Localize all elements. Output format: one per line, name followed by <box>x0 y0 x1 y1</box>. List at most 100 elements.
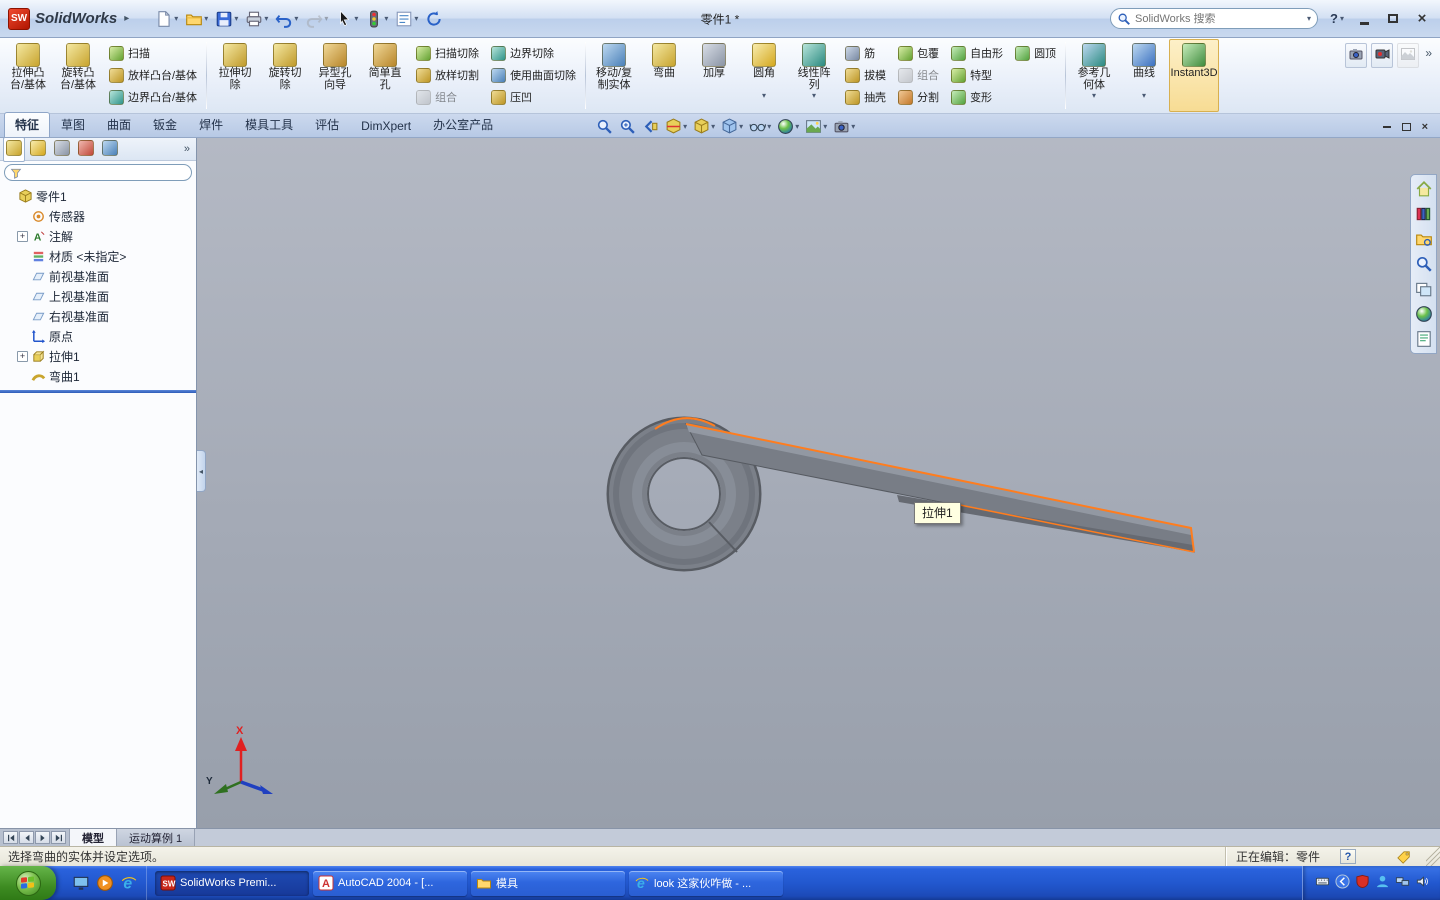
tree-item-7[interactable]: + 拉伸1 <box>0 346 196 366</box>
antivirus-icon[interactable] <box>1355 874 1370 892</box>
ribbon-overflow-chevron[interactable]: » <box>1423 43 1434 63</box>
swept-cut-button[interactable]: 扫描切除 <box>410 42 485 64</box>
redo-button[interactable]: ▾ <box>303 8 330 30</box>
open-button[interactable]: ▾ <box>183 8 210 30</box>
model-tabs-prev-button[interactable] <box>19 831 34 844</box>
tree-item-2[interactable]: 材质 <未指定> <box>0 246 196 266</box>
appearances-tab[interactable] <box>1413 303 1435 325</box>
instant3d-button[interactable]: Instant3D <box>1169 39 1220 112</box>
extruded-boss-button[interactable]: 拉伸凸 台/基体 <box>3 39 53 112</box>
capture-options-button[interactable] <box>1397 43 1420 68</box>
tree-item-0[interactable]: 传感器 <box>0 206 196 226</box>
rib-button[interactable]: 筋 <box>839 42 892 64</box>
view-settings-button[interactable]: ▾ <box>831 117 857 136</box>
doc-close-button[interactable]: × <box>1422 122 1428 133</box>
taskbar-window-1[interactable]: A AutoCAD 2004 - [... <box>313 870 467 896</box>
panel-splitter[interactable] <box>0 390 196 393</box>
search-tab[interactable] <box>1413 253 1435 275</box>
model-tab-0[interactable]: 模型 <box>70 829 117 846</box>
messenger-icon[interactable] <box>1375 874 1390 892</box>
new-document-button-arrow[interactable]: ▾ <box>174 14 178 23</box>
tree-item-5[interactable]: 右视基准面 <box>0 306 196 326</box>
hide-show-items-button[interactable]: ▾ <box>747 117 773 136</box>
taskbar-window-2[interactable]: 模具 <box>471 870 625 896</box>
command-tab-7[interactable]: DimXpert <box>350 115 422 137</box>
tree-item-1[interactable]: + A 注解 <box>0 226 196 246</box>
help-button[interactable]: ? ▾ <box>1330 11 1344 26</box>
wrap-button[interactable]: 包覆 <box>892 42 945 64</box>
displaymanager-tab[interactable] <box>99 138 121 162</box>
fillet-button-arrow[interactable]: ▾ <box>762 92 766 100</box>
media-player-button[interactable] <box>95 873 115 893</box>
command-tab-3[interactable]: 钣金 <box>142 112 188 137</box>
select-button[interactable]: ▾ <box>333 8 360 30</box>
zoom-to-fit-button[interactable] <box>594 117 615 136</box>
deform-button[interactable]: 变形 <box>945 86 1009 108</box>
options-button-arrow[interactable]: ▾ <box>414 14 418 23</box>
hidden-icons-chevron[interactable] <box>1335 874 1350 892</box>
save-button[interactable]: ▾ <box>213 8 240 30</box>
view-palette-tab[interactable] <box>1413 278 1435 300</box>
curves-button[interactable]: 曲线 ▾ <box>1119 39 1169 112</box>
command-tab-0[interactable]: 特征 <box>4 112 51 137</box>
hide-show-items-button-arrow[interactable]: ▾ <box>767 122 771 131</box>
model-tabs-last-button[interactable] <box>51 831 66 844</box>
combine-bodies-button[interactable]: 组合 <box>892 64 945 86</box>
rebuild-button[interactable]: ▾ <box>363 8 390 30</box>
refresh-button[interactable] <box>423 8 445 30</box>
fillet-button[interactable]: 圆角 ▾ <box>739 39 789 112</box>
reference-geometry-button-arrow[interactable]: ▾ <box>1092 92 1096 100</box>
design-library-tab[interactable] <box>1413 203 1435 225</box>
command-tab-8[interactable]: 办公室产品 <box>422 112 504 137</box>
shape-feature-button[interactable]: 特型 <box>945 64 1009 86</box>
model-tabs-first-button[interactable] <box>3 831 18 844</box>
taskbar-window-0[interactable]: SW SolidWorks Premi... <box>155 870 309 896</box>
redo-button-arrow[interactable]: ▾ <box>324 14 328 23</box>
screen-capture-button[interactable] <box>1345 43 1368 68</box>
model-tabs-next-button[interactable] <box>35 831 50 844</box>
search-dropdown-arrow-icon[interactable]: ▾ <box>1307 14 1311 23</box>
network-icon[interactable] <box>1395 874 1410 892</box>
propertymanager-tab[interactable] <box>27 138 49 162</box>
view-orientation-button-arrow[interactable]: ▾ <box>711 122 715 131</box>
taskbar-window-3[interactable]: e look 这家伙咋做 - ... <box>629 870 783 896</box>
volume-icon[interactable] <box>1415 874 1430 892</box>
freeform-button[interactable]: 自由形 <box>945 42 1009 64</box>
command-tab-4[interactable]: 焊件 <box>188 112 234 137</box>
open-button-arrow[interactable]: ▾ <box>204 14 208 23</box>
linear-pattern-button[interactable]: 线性阵列 ▾ <box>789 39 839 112</box>
custom-properties-tab[interactable] <box>1413 328 1435 350</box>
internet-explorer-button[interactable]: e <box>119 873 139 893</box>
lofted-cut-button[interactable]: 放样切割 <box>410 64 485 86</box>
display-style-button-arrow[interactable]: ▾ <box>739 122 743 131</box>
show-desktop-button[interactable] <box>71 873 91 893</box>
command-tab-6[interactable]: 评估 <box>304 112 350 137</box>
dome-button[interactable]: 圆顶 <box>1009 42 1062 64</box>
graphics-area[interactable]: 拉伸1 X Y ◂ <box>197 138 1440 828</box>
edit-appearance-button-arrow[interactable]: ▾ <box>795 122 799 131</box>
simple-hole-button[interactable]: 简单直孔 <box>360 39 410 112</box>
swept-boss-button[interactable]: 扫描 <box>103 42 203 64</box>
print-button-arrow[interactable]: ▾ <box>264 14 268 23</box>
print-button[interactable]: ▾ <box>243 8 270 30</box>
tree-item-4[interactable]: 上视基准面 <box>0 286 196 306</box>
boundary-boss-button[interactable]: 边界凸台/基体 <box>103 86 203 108</box>
move-copy-bodies-button[interactable]: 移动/复 制实体 <box>589 39 639 112</box>
panel-tabs-overflow-chevron[interactable]: » <box>184 143 193 155</box>
model-tab-1[interactable]: 运动算例 1 <box>117 829 196 846</box>
search-input[interactable] <box>1135 12 1304 25</box>
shell-button[interactable]: 抽壳 <box>839 86 892 108</box>
section-view-button-arrow[interactable]: ▾ <box>683 122 687 131</box>
reference-geometry-button[interactable]: 参考几 何体 ▾ <box>1069 39 1119 112</box>
indent-button[interactable]: 压凹 <box>485 86 582 108</box>
command-tab-1[interactable]: 草图 <box>50 112 96 137</box>
dimxpertmanager-tab[interactable] <box>75 138 97 162</box>
hole-wizard-button[interactable]: 异型孔 向导 <box>310 39 360 112</box>
zoom-to-area-button[interactable] <box>617 117 638 136</box>
record-video-button[interactable] <box>1371 43 1394 68</box>
options-button[interactable]: ▾ <box>393 8 420 30</box>
doc-restore-button[interactable] <box>1401 123 1411 131</box>
maximize-button[interactable] <box>1383 10 1403 28</box>
extruded-cut-button[interactable]: 拉伸切除 <box>210 39 260 112</box>
split-button[interactable]: 分割 <box>892 86 945 108</box>
